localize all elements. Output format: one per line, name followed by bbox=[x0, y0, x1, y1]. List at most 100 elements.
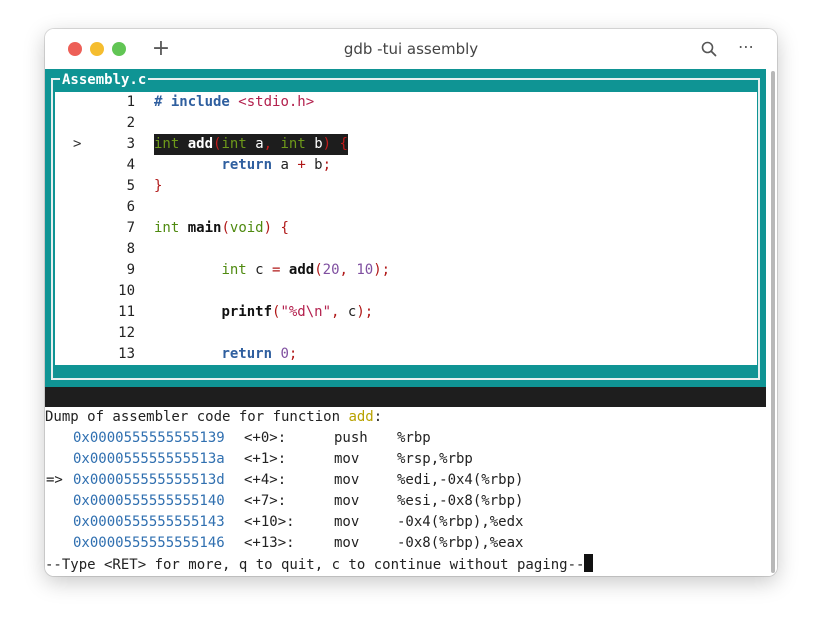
search-icon[interactable] bbox=[701, 41, 717, 57]
code-token: ; bbox=[322, 157, 332, 173]
line-number: 3 bbox=[126, 136, 135, 152]
instruction-opcode: mov bbox=[334, 514, 360, 530]
title-bar: + gdb -tui assembly ⋯ bbox=[45, 29, 777, 69]
line-number: 5 bbox=[126, 178, 135, 194]
code-token: main bbox=[187, 220, 222, 236]
instruction-address: 0x0000555555555143 bbox=[73, 514, 225, 530]
code-token: c bbox=[246, 262, 273, 278]
code-token: 10 bbox=[356, 262, 374, 278]
instruction-opcode: push bbox=[334, 430, 368, 446]
assembly-instruction-row: 0x0000555555555139 <+0>: push %rbp bbox=[45, 428, 766, 449]
source-line: 8 bbox=[55, 239, 757, 260]
line-number: 13 bbox=[118, 346, 135, 362]
code-token: int bbox=[221, 136, 247, 152]
code-token: return bbox=[221, 346, 273, 362]
code-token: <stdio.h> bbox=[238, 94, 315, 110]
code-token: ; bbox=[288, 346, 298, 362]
line-number: 8 bbox=[126, 241, 135, 257]
source-line: >3 int add(int a, int b) { bbox=[55, 134, 757, 155]
line-number: 11 bbox=[118, 304, 135, 320]
instruction-operands: %esi,-0x8(%rbp) bbox=[397, 493, 524, 509]
instruction-opcode: mov bbox=[334, 472, 360, 488]
code-token: , bbox=[263, 136, 281, 152]
instruction-offset: <+10>: bbox=[244, 514, 295, 530]
line-number: 12 bbox=[118, 325, 135, 341]
code-token: + bbox=[297, 157, 306, 173]
instruction-operands: %rbp bbox=[397, 430, 431, 446]
code-token: 0 bbox=[280, 346, 289, 362]
code-token: ); bbox=[356, 304, 374, 320]
source-line: 7 int main(void) { bbox=[55, 218, 757, 239]
instruction-address: 0x0000555555555139 bbox=[73, 430, 225, 446]
instruction-operands: %edi,-0x4(%rbp) bbox=[397, 472, 524, 488]
source-line: 12 bbox=[55, 323, 757, 344]
instruction-opcode: mov bbox=[334, 535, 360, 551]
code-token: int bbox=[154, 136, 180, 152]
code-token: int bbox=[221, 262, 247, 278]
window-title: gdb -tui assembly bbox=[343, 40, 479, 58]
code-token: "%d\n" bbox=[280, 304, 332, 320]
terminal-window: + gdb -tui assembly ⋯ Assembly.c 1 # incl… bbox=[45, 29, 777, 576]
instruction-operands: -0x4(%rbp),%edx bbox=[397, 514, 524, 530]
instruction-operands: -0x8(%rbp),%eax bbox=[397, 535, 524, 551]
instruction-address: 0x0000555555555140 bbox=[73, 493, 225, 509]
source-line: 11 printf("%d\n", c); bbox=[55, 302, 757, 323]
assembly-instruction-row: 0x000055555555513a <+1>: mov %rsp,%rbp bbox=[45, 449, 766, 470]
code-token: , bbox=[339, 262, 357, 278]
code-token: a bbox=[272, 157, 298, 173]
instruction-offset: <+4>: bbox=[244, 472, 287, 488]
code-token: return bbox=[221, 157, 273, 173]
terminal-cursor bbox=[584, 554, 594, 572]
source-line: 13 return 0; bbox=[55, 344, 757, 365]
line-number: 4 bbox=[126, 157, 135, 173]
code-token: int bbox=[154, 220, 180, 236]
source-panel: Assembly.c 1 # include <stdio.h> 2 >3 int ad… bbox=[45, 69, 766, 387]
source-line: 10 bbox=[55, 281, 757, 302]
line-number: 9 bbox=[126, 262, 135, 278]
highlighted-code: int add(int a, int b) { bbox=[154, 134, 348, 155]
code-token: # include bbox=[154, 94, 239, 110]
code-token: ); bbox=[373, 262, 391, 278]
code-token: void bbox=[229, 220, 264, 236]
source-panel-title: Assembly.c bbox=[60, 71, 149, 89]
more-options-icon[interactable]: ⋯ bbox=[735, 37, 757, 57]
code-text: return a + b; bbox=[154, 155, 331, 176]
pager-prompt[interactable]: --Type <RET> for more, q to quit, c to c… bbox=[45, 554, 766, 575]
instruction-offset: <+0>: bbox=[244, 430, 287, 446]
terminal-area[interactable]: Assembly.c 1 # include <stdio.h> 2 >3 int ad… bbox=[45, 69, 777, 576]
code-token: add bbox=[187, 136, 214, 152]
code-text: return 0; bbox=[154, 344, 297, 365]
code-text: # include <stdio.h> bbox=[154, 92, 314, 113]
instruction-offset: <+13>: bbox=[244, 535, 295, 551]
code-text: int c = add(20, 10); bbox=[154, 260, 390, 281]
line-number: 6 bbox=[126, 199, 135, 215]
code-token: ) { bbox=[263, 220, 289, 236]
instruction-opcode: mov bbox=[334, 451, 360, 467]
source-line: 9 int c = add(20, 10); bbox=[55, 260, 757, 281]
instruction-offset: <+1>: bbox=[244, 451, 287, 467]
instruction-address: 0x000055555555513d bbox=[73, 472, 225, 488]
code-token: , bbox=[331, 304, 348, 320]
code-text: printf("%d\n", c); bbox=[154, 302, 373, 323]
instruction-offset: <+7>: bbox=[244, 493, 287, 509]
code-token: a bbox=[246, 136, 264, 152]
line-number: 10 bbox=[118, 283, 135, 299]
line-number: 7 bbox=[126, 220, 135, 236]
source-line: 5} bbox=[55, 176, 757, 197]
instruction-address: 0x000055555555513a bbox=[73, 451, 225, 467]
code-token: } bbox=[154, 178, 163, 194]
source-code-view[interactable]: 1 # include <stdio.h> 2 >3 int add(int a, in… bbox=[55, 92, 757, 365]
code-token: b bbox=[305, 136, 323, 152]
code-text: } bbox=[154, 176, 162, 197]
code-token: ( bbox=[314, 262, 323, 278]
current-line-marker: > bbox=[73, 136, 82, 152]
instruction-address: 0x0000555555555146 bbox=[73, 535, 225, 551]
scrollbar-thumb[interactable] bbox=[771, 71, 775, 573]
code-token: printf bbox=[221, 304, 273, 320]
